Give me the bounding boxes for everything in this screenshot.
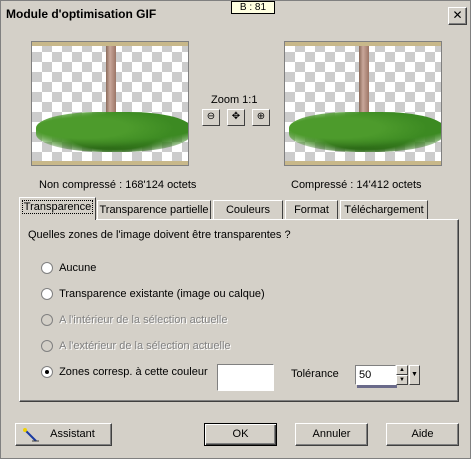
color-swatch[interactable] [217,364,274,391]
move-icon: ✥ [231,111,241,122]
compressed-size-label: Compressé : 14'412 octets [291,179,422,191]
zoom-label: Zoom 1:1 [211,94,258,106]
tolerance-slider-button[interactable]: ▼ [409,365,420,385]
tree-trunk-image [359,46,369,116]
zoom-in-icon: ⊕ [256,111,266,122]
option-interieur-selection: A l'intérieur de la sélection actuelle [41,314,227,328]
option-label: Aucune [59,262,97,275]
tab-couleurs[interactable]: Couleurs [213,200,283,220]
tolerance-slider-track[interactable] [357,385,397,388]
uncompressed-size-label: Non compressé : 168'124 octets [39,179,197,191]
preview-frame-bottom [285,161,441,165]
tab-label: Transparence partielle [99,204,209,216]
zoom-out-button[interactable]: ⊖ [202,109,220,126]
radio-button[interactable] [41,366,53,379]
radio-button [41,340,53,353]
tab-transparence[interactable]: Transparence [19,197,96,220]
option-aucune[interactable]: Aucune [41,262,96,276]
spin-down-button[interactable]: ▼ [396,375,408,385]
cancel-button[interactable]: Annuler [295,423,368,446]
help-label: Aide [411,428,434,440]
tab-label: Format [294,204,329,216]
option-label: A l'intérieur de la sélection actuelle [59,314,228,327]
zoom-in-button[interactable]: ⊕ [252,109,270,126]
wizard-label: Assistant [50,428,95,440]
ok-label: OK [232,428,249,440]
tab-format[interactable]: Format [285,200,338,220]
tab-label: Couleurs [225,204,271,216]
grass-image [289,112,441,152]
wizard-button[interactable]: Assistant [15,423,112,446]
preview-frame-bottom [32,161,188,165]
tab-telechargement[interactable]: Téléchargement [340,200,428,220]
zoom-out-icon: ⊖ [206,111,216,122]
tolerance-label: Tolérance [291,368,339,380]
tab-label: Téléchargement [344,204,424,216]
window-title: Module d'optimisation GIF [6,7,157,21]
color-tooltip: B : 81 [231,1,275,14]
grass-image [36,112,188,152]
original-preview[interactable] [31,41,189,166]
option-transparence-existante[interactable]: Transparence existante (image ou calque) [41,288,265,302]
ok-button[interactable]: OK [204,423,277,446]
optimized-preview[interactable] [284,41,442,166]
pan-button[interactable]: ✥ [227,109,245,126]
gif-optimizer-dialog: Module d'optimisation GIF B : 81 ✕ Zoom … [0,0,471,459]
wizard-wand-icon [23,428,39,442]
close-button[interactable]: ✕ [448,7,467,25]
option-label: Zones corresp. à cette couleur [59,366,208,379]
radio-button[interactable] [41,262,53,275]
option-exterieur-selection: A l'extérieur de la sélection actuelle [41,340,231,354]
arrow-up-icon: ▲ [399,367,405,373]
option-zones-couleur[interactable]: Zones corresp. à cette couleur [41,366,208,380]
title-bar[interactable]: Module d'optimisation GIF B : 81 ✕ [1,1,470,27]
radio-button[interactable] [41,288,53,301]
transparency-question: Quelles zones de l'image doivent être tr… [28,229,291,241]
tree-trunk-image [106,46,116,116]
cancel-label: Annuler [312,428,351,440]
help-button[interactable]: Aide [386,423,459,446]
arrow-down-icon: ▼ [399,377,405,383]
tolerance-input[interactable] [355,365,396,385]
option-label: Transparence existante (image ou calque) [59,288,265,301]
option-label: A l'extérieur de la sélection actuelle [59,340,231,353]
radio-button [41,314,53,327]
spin-up-button[interactable]: ▲ [396,365,408,375]
chevron-down-icon: ▼ [411,371,418,378]
tab-label: Transparence [21,200,94,214]
tab-transparence-partielle[interactable]: Transparence partielle [97,200,211,220]
